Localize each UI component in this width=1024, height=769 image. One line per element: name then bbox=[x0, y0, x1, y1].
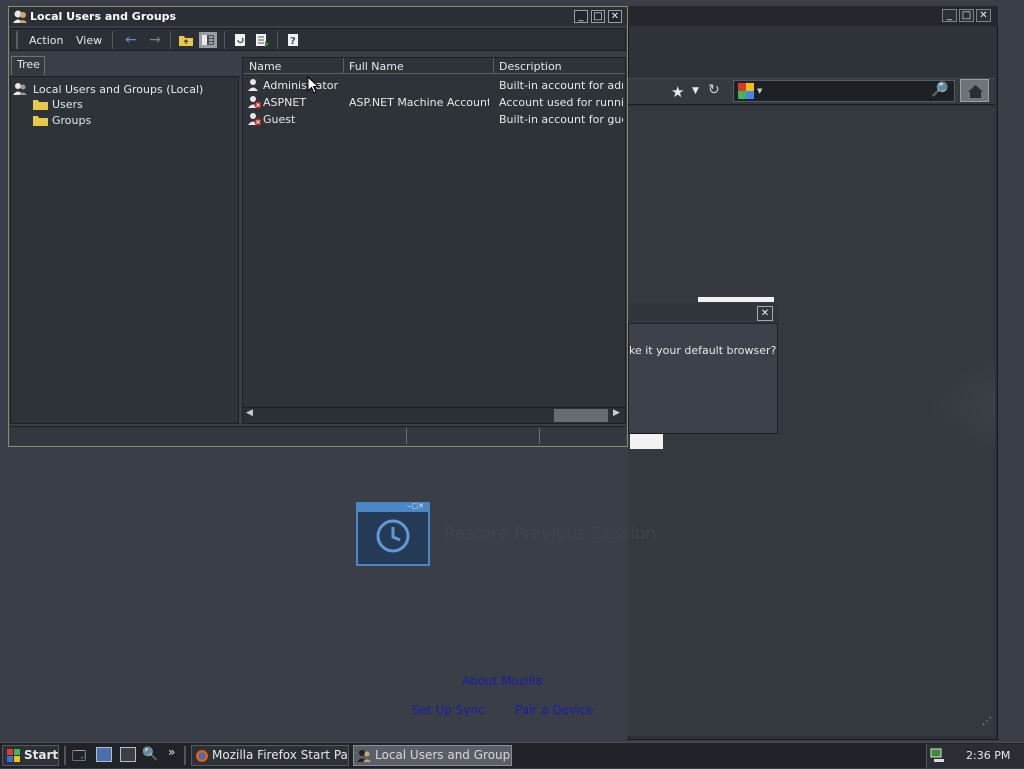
folder-icon bbox=[33, 116, 48, 126]
tree-tab-label: Tree bbox=[17, 58, 40, 71]
tree-root-label[interactable]: Local Users and Groups (Local) bbox=[33, 83, 203, 96]
column-label-fullname: Full Name bbox=[349, 60, 404, 73]
dialog-message: ke it your default browser? bbox=[629, 344, 777, 357]
users-groups-icon bbox=[13, 83, 27, 95]
toolbar-separator bbox=[170, 31, 171, 49]
export-list-icon[interactable] bbox=[253, 32, 271, 48]
task-firefox[interactable]: Mozilla Firefox Start Page... bbox=[191, 745, 349, 766]
column-label-description: Description bbox=[499, 60, 562, 73]
search-engine-dropdown-icon[interactable]: ▼ bbox=[757, 87, 762, 95]
about-mozilla-link[interactable]: About Mozilla bbox=[462, 674, 543, 688]
cell-name: Guest bbox=[263, 113, 296, 126]
resize-grip-icon[interactable]: ⋰ bbox=[982, 716, 992, 727]
svg-text:?: ? bbox=[290, 36, 296, 47]
firefox-icon bbox=[196, 750, 208, 762]
user-icon bbox=[248, 78, 259, 91]
cell-description: Built-in account for adminis bbox=[499, 79, 623, 92]
show-desktop-icon[interactable]: 🗔 bbox=[72, 747, 90, 764]
quicklaunch-overflow-icon[interactable]: » bbox=[168, 745, 175, 759]
start-button[interactable]: Start bbox=[2, 745, 59, 766]
tree-item-users[interactable]: Users bbox=[52, 98, 83, 111]
window-controls-icon: ‒□✕ bbox=[407, 502, 424, 510]
users-app-icon bbox=[13, 10, 27, 23]
mmc-toolbar bbox=[10, 28, 626, 51]
home-icon bbox=[968, 85, 983, 98]
mouse-cursor-icon bbox=[307, 76, 319, 94]
pair-device-link[interactable]: Pair a Device bbox=[515, 703, 593, 717]
disabled-user-icon bbox=[248, 96, 261, 109]
mmc-minimize-button[interactable]: _ bbox=[574, 10, 588, 23]
firefox-minimize-button[interactable]: _ bbox=[942, 9, 957, 22]
bookmark-star-icon[interactable]: ★ bbox=[671, 83, 684, 101]
firefox-close-button[interactable]: ✕ bbox=[976, 9, 991, 22]
task-local-users-label: Local Users and Groups bbox=[375, 748, 511, 762]
cell-fullname: ASP.NET Machine Account bbox=[349, 96, 489, 109]
tree-pane bbox=[10, 76, 239, 424]
mmc-statusbar bbox=[10, 426, 626, 445]
cell-name: ASPNET bbox=[263, 96, 307, 109]
status-divider bbox=[539, 428, 540, 444]
taskbar-grip bbox=[184, 746, 186, 765]
window-icon[interactable] bbox=[96, 747, 112, 762]
firefox-maximize-button[interactable]: □ bbox=[959, 9, 974, 22]
forward-arrow-icon[interactable]: → bbox=[146, 32, 164, 48]
search-magnifier-icon[interactable]: 🔎 bbox=[931, 82, 948, 98]
view-menu[interactable]: View bbox=[76, 34, 102, 47]
google-search-engine-icon[interactable] bbox=[738, 83, 754, 99]
toolbar-separator bbox=[224, 31, 225, 49]
search-strip bbox=[698, 297, 774, 302]
task-local-users[interactable]: Local Users and Groups bbox=[353, 745, 512, 766]
scroll-right-icon[interactable]: ▶ bbox=[613, 408, 620, 418]
start-label: Start bbox=[24, 748, 59, 762]
clock: 2:36 PM bbox=[966, 749, 1011, 762]
clock-icon bbox=[376, 519, 410, 553]
search-bar[interactable] bbox=[733, 80, 955, 102]
network-tray-icon[interactable] bbox=[930, 747, 946, 763]
action-menu[interactable]: Action bbox=[29, 34, 63, 47]
cell-name: Administrator bbox=[263, 79, 338, 92]
dialog-header bbox=[628, 303, 778, 324]
disabled-user-icon bbox=[248, 113, 261, 126]
scrollbar-thumb[interactable] bbox=[554, 409, 608, 422]
cell-description: Built-in account for guest a bbox=[499, 113, 623, 126]
scroll-left-icon[interactable]: ◀ bbox=[246, 408, 253, 418]
search-folder-icon[interactable]: 🔍 bbox=[142, 747, 158, 762]
refresh-icon[interactable] bbox=[231, 32, 249, 48]
dropdown-arrow-icon[interactable]: ▼ bbox=[692, 86, 699, 96]
column-label-name: Name bbox=[249, 60, 282, 73]
mmc-close-button[interactable]: ✕ bbox=[608, 10, 622, 23]
toolbar-grip bbox=[16, 31, 18, 49]
dialog-close-button[interactable]: ✕ bbox=[757, 306, 773, 321]
tree-item-groups[interactable]: Groups bbox=[52, 114, 91, 127]
toolbar-separator bbox=[277, 31, 278, 49]
quicklaunch-grip bbox=[64, 746, 66, 765]
status-divider bbox=[406, 428, 407, 444]
mmc-maximize-button[interactable]: □ bbox=[591, 10, 605, 23]
restore-session-button[interactable]: ‒□✕ bbox=[356, 502, 430, 566]
reload-icon[interactable]: ↻ bbox=[708, 82, 720, 98]
set-up-sync-link[interactable]: Set Up Sync bbox=[412, 703, 485, 717]
toolbar-separator bbox=[112, 31, 113, 49]
window-icon[interactable] bbox=[120, 747, 136, 762]
folder-icon bbox=[33, 100, 48, 110]
search-button-edge[interactable] bbox=[630, 434, 663, 449]
cell-description: Account used for running bbox=[499, 96, 623, 109]
help-icon[interactable]: ? bbox=[284, 32, 302, 48]
home-button[interactable] bbox=[960, 79, 989, 102]
mmc-title: Local Users and Groups bbox=[30, 10, 177, 23]
restore-session-label[interactable]: Restore Previous Session bbox=[444, 524, 656, 544]
back-arrow-icon[interactable]: ← bbox=[122, 32, 140, 48]
task-firefox-label: Mozilla Firefox Start Page... bbox=[212, 748, 348, 762]
show-tree-icon[interactable] bbox=[199, 32, 217, 48]
windows-logo-icon bbox=[7, 749, 20, 762]
users-app-icon bbox=[357, 750, 371, 762]
up-folder-icon[interactable] bbox=[177, 32, 195, 48]
